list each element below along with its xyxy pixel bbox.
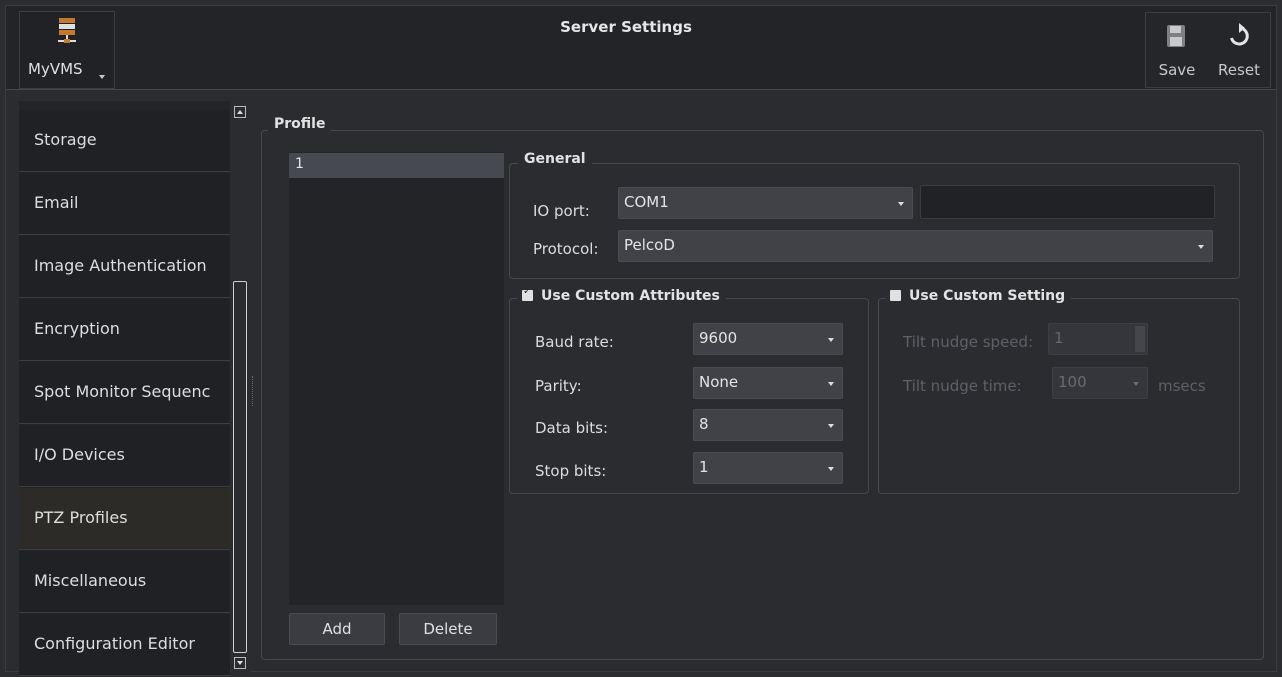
stop-bits-label: Stop bits: [535, 462, 607, 480]
sidebar-item-miscellaneous[interactable]: Miscellaneous [19, 551, 230, 613]
window-title: Server Settings [560, 18, 692, 36]
scroll-up-arrow-icon[interactable] [234, 106, 246, 118]
sidebar-item-label: PTZ Profiles [34, 508, 128, 527]
io-port-text-field[interactable] [920, 185, 1215, 219]
stop-bits-select[interactable]: 1 [693, 452, 843, 484]
tilt-nudge-speed-label: Tilt nudge speed: [903, 333, 1034, 351]
sidebar-item-ptz-profiles[interactable]: PTZ Profiles [19, 488, 230, 550]
scrollbar-thumb[interactable] [233, 281, 247, 653]
protocol-value: PelcoD [624, 236, 675, 254]
baud-rate-value: 9600 [699, 329, 738, 347]
sidebar-item-label: Configuration Editor [34, 634, 195, 653]
chevron-down-icon [828, 382, 834, 386]
protocol-label: Protocol: [533, 240, 599, 258]
profile-item-label: 1 [295, 156, 304, 172]
reset-icon [1230, 23, 1249, 46]
save-icon [1167, 25, 1185, 47]
use-custom-setting-checkbox[interactable] [890, 290, 901, 301]
sidebar-item-configuration-editor[interactable]: Configuration Editor [19, 614, 230, 676]
save-button[interactable]: Save [1148, 13, 1206, 87]
io-port-value: COM1 [624, 193, 669, 211]
sidebar-item-email[interactable]: Email [19, 173, 230, 235]
chevron-down-icon [828, 467, 834, 471]
sidebar-item-label: Email [34, 193, 79, 212]
io-port-select[interactable]: COM1 [618, 187, 913, 219]
custom-setting-header: Use Custom Setting [885, 288, 1072, 304]
sidebar-item-label: I/O Devices [34, 445, 125, 464]
sidebar-item-label: Miscellaneous [34, 571, 147, 590]
list-item[interactable]: 1 [289, 153, 504, 178]
custom-attributes-header: Use Custom Attributes [517, 286, 726, 304]
sidebar-item-storage[interactable]: Storage [19, 110, 230, 172]
use-custom-setting-label: Use Custom Setting [909, 288, 1066, 304]
chevron-down-icon [898, 202, 904, 206]
sidebar-item-spot-monitor-sequence[interactable]: Spot Monitor Sequenc [19, 362, 230, 424]
tilt-nudge-speed-spinbox[interactable]: 1 [1048, 323, 1148, 355]
use-custom-attributes-checkbox[interactable] [522, 286, 533, 301]
window-frame: MyVMS Server Settings Save Reset Storage… [5, 5, 1277, 676]
sidebar-item-label: Encryption [34, 319, 120, 338]
tilt-nudge-time-label: Tilt nudge time: [903, 377, 1022, 395]
sidebar-item-image-authentication[interactable]: Image Authentication [19, 236, 230, 298]
use-custom-attributes-label: Use Custom Attributes [541, 288, 720, 304]
data-bits-value: 8 [699, 415, 709, 433]
app-name: MyVMS [28, 60, 83, 78]
sidebar-item-encryption[interactable]: Encryption [19, 299, 230, 361]
sidebar-scrollbar[interactable] [231, 101, 251, 674]
tilt-nudge-time-unit: msecs [1158, 377, 1206, 395]
header-bar: MyVMS Server Settings Save Reset [6, 6, 1276, 90]
reset-button[interactable]: Reset [1210, 13, 1268, 87]
sidebar-item-label: Storage [34, 130, 97, 149]
data-bits-select[interactable]: 8 [693, 409, 843, 441]
sidebar-item-label: Image Authentication [34, 256, 207, 275]
protocol-select[interactable]: PelcoD [618, 230, 1213, 262]
delete-button[interactable]: Delete [399, 613, 497, 645]
parity-label: Parity: [535, 377, 582, 395]
baud-rate-select[interactable]: 9600 [693, 323, 843, 355]
tilt-nudge-speed-value: 1 [1054, 329, 1064, 347]
data-bits-label: Data bits: [535, 419, 609, 437]
scroll-down-arrow-icon[interactable] [234, 657, 246, 669]
io-port-label: IO port: [533, 202, 590, 220]
general-group-title: General [518, 151, 592, 167]
parity-select[interactable]: None [693, 367, 843, 399]
sidebar-item-io-devices[interactable]: I/O Devices [19, 425, 230, 487]
stop-bits-value: 1 [699, 458, 709, 476]
tilt-nudge-time-value: 100 [1058, 373, 1087, 391]
chevron-down-icon [1133, 382, 1139, 386]
reset-label: Reset [1218, 61, 1260, 79]
chevron-down-icon [828, 424, 834, 428]
chevron-down-icon [99, 75, 105, 79]
sidebar: Storage Email Image Authentication Encry… [19, 101, 230, 676]
profile-list[interactable]: 1 [289, 152, 504, 605]
sidebar-item-label: Spot Monitor Sequenc [34, 382, 211, 401]
baud-rate-label: Baud rate: [535, 333, 614, 351]
profile-group-title: Profile [268, 116, 332, 132]
toolbar: Save Reset [1145, 12, 1271, 88]
chevron-down-icon [1198, 245, 1204, 249]
tilt-nudge-time-select[interactable]: 100 [1052, 367, 1148, 399]
chevron-down-icon [828, 338, 834, 342]
parity-value: None [699, 373, 739, 391]
add-button[interactable]: Add [289, 613, 385, 645]
splitter-handle[interactable] [252, 376, 254, 406]
spin-arrows-icon [1135, 326, 1145, 352]
save-label: Save [1158, 61, 1196, 79]
